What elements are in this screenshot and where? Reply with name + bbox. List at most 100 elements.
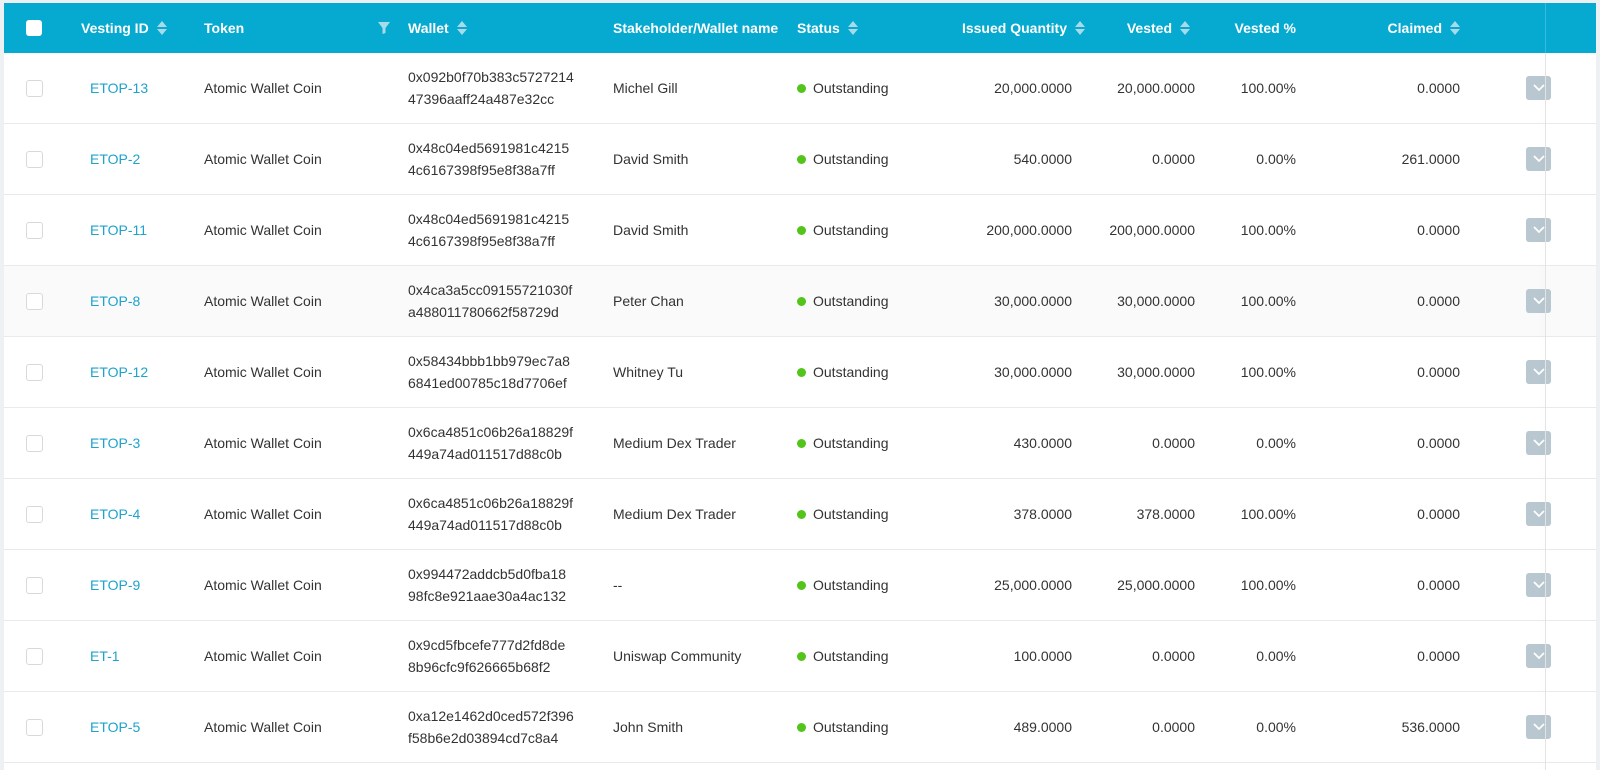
- vesting-id-link[interactable]: ETOP-2: [90, 151, 140, 167]
- chevron-down-icon: [1532, 581, 1545, 589]
- table-header: Vesting ID Token Wallet Stakeholder/Wall…: [4, 3, 1596, 53]
- vesting-id-link[interactable]: ETOP-9: [90, 577, 140, 593]
- issued-quantity: 489.0000: [1013, 719, 1072, 735]
- vested-percent: 100.00%: [1240, 222, 1296, 238]
- issued-quantity: 540.0000: [1013, 151, 1072, 167]
- table-row[interactable]: ETOP-9 Atomic Wallet Coin 0x994472addcb5…: [4, 550, 1596, 621]
- expand-row-button[interactable]: [1526, 644, 1551, 668]
- claimed-amount: 261.0000: [1401, 151, 1460, 167]
- vesting-id-link[interactable]: ETOP-3: [90, 435, 140, 451]
- row-checkbox[interactable]: [26, 648, 43, 665]
- vested-amount: 0.0000: [1152, 435, 1195, 451]
- stakeholder-name: Michel Gill: [613, 80, 678, 96]
- status-dot-icon: [797, 225, 806, 235]
- vested-amount: 30,000.0000: [1117, 293, 1195, 309]
- vested-percent: 0.00%: [1256, 648, 1296, 664]
- wallet-address: 0x58434bbb1bb979ec7a8 6841ed00785c18d7706…: [408, 353, 570, 391]
- claimed-amount: 0.0000: [1417, 648, 1460, 664]
- table-row[interactable]: ETOP-11 Atomic Wallet Coin 0x48c04ed5691…: [4, 195, 1596, 266]
- table-row[interactable]: ETOP-5 Atomic Wallet Coin 0xa12e1462d0ce…: [4, 692, 1596, 763]
- status-text: Outstanding: [813, 293, 889, 309]
- table-row[interactable]: ET-1 Atomic Wallet Coin 0x9cd5fbcefe777d…: [4, 621, 1596, 692]
- column-header-vesting-id[interactable]: Vesting ID: [81, 3, 167, 53]
- vesting-id-link[interactable]: ETOP-13: [90, 80, 148, 96]
- table-row[interactable]: ETOP-12 Atomic Wallet Coin 0x58434bbb1bb…: [4, 337, 1596, 408]
- status-text: Outstanding: [813, 435, 889, 451]
- claimed-amount: 0.0000: [1417, 364, 1460, 380]
- column-header-stakeholder: Stakeholder/Wallet name: [613, 20, 779, 36]
- column-header-status[interactable]: Status: [797, 3, 858, 53]
- column-header-token[interactable]: Token: [204, 3, 244, 53]
- expand-row-button[interactable]: [1526, 573, 1551, 597]
- status-dot-icon: [797, 367, 806, 377]
- vested-percent: 0.00%: [1256, 435, 1296, 451]
- row-checkbox[interactable]: [26, 435, 43, 452]
- select-all-checkbox[interactable]: [26, 20, 42, 36]
- row-checkbox[interactable]: [26, 293, 43, 310]
- stakeholder-name: Medium Dex Trader: [613, 435, 736, 451]
- column-header-issued-quantity[interactable]: Issued Quantity: [934, 3, 1085, 53]
- table-row[interactable]: ETOP-2 Atomic Wallet Coin 0x48c04ed56919…: [4, 124, 1596, 195]
- stakeholder-name: Peter Chan: [613, 293, 684, 309]
- vested-percent: 100.00%: [1240, 506, 1296, 522]
- vested-amount: 0.0000: [1152, 151, 1195, 167]
- stakeholder-name: David Smith: [613, 151, 689, 167]
- sort-icon[interactable]: [1180, 21, 1190, 35]
- token-name: Atomic Wallet Coin: [204, 80, 322, 96]
- expand-row-button[interactable]: [1526, 431, 1551, 455]
- token-name: Atomic Wallet Coin: [204, 364, 322, 380]
- sort-icon[interactable]: [1450, 21, 1460, 35]
- expand-row-button[interactable]: [1526, 715, 1551, 739]
- table-row[interactable]: ETOP-4 Atomic Wallet Coin 0x6ca4851c06b2…: [4, 479, 1596, 550]
- expand-row-button[interactable]: [1526, 502, 1551, 526]
- row-checkbox[interactable]: [26, 719, 43, 736]
- expand-row-button[interactable]: [1526, 147, 1551, 171]
- vesting-id-link[interactable]: ETOP-4: [90, 506, 140, 522]
- row-checkbox[interactable]: [26, 222, 43, 239]
- vesting-id-link[interactable]: ETOP-5: [90, 719, 140, 735]
- status-text: Outstanding: [813, 364, 889, 380]
- status-dot-icon: [797, 83, 806, 93]
- filter-icon[interactable]: [377, 21, 391, 35]
- vesting-id-link[interactable]: ETOP-11: [90, 222, 147, 238]
- vesting-id-link[interactable]: ETOP-12: [90, 364, 148, 380]
- sort-icon[interactable]: [847, 21, 858, 35]
- row-checkbox[interactable]: [26, 577, 43, 594]
- vesting-id-link[interactable]: ET-1: [90, 648, 120, 664]
- wallet-address: 0x994472addcb5d0fba18 98fc8e921aae30a4ac1…: [408, 566, 567, 604]
- status-text: Outstanding: [813, 80, 889, 96]
- table-row[interactable]: ETOP-3 Atomic Wallet Coin 0x6ca4851c06b2…: [4, 408, 1596, 479]
- token-name: Atomic Wallet Coin: [204, 648, 322, 664]
- table-row[interactable]: ETOP-8 Atomic Wallet Coin 0x4ca3a5cc0915…: [4, 266, 1596, 337]
- vesting-id-link[interactable]: ETOP-8: [90, 293, 140, 309]
- wallet-address: 0x092b0f70b383c5727214 47396aaff24a487e32…: [408, 69, 574, 107]
- table-row[interactable]: ETOP-13 Atomic Wallet Coin 0x092b0f70b38…: [4, 53, 1596, 124]
- issued-quantity: 25,000.0000: [994, 577, 1072, 593]
- sort-icon[interactable]: [456, 21, 467, 35]
- column-header-vested[interactable]: Vested: [1094, 3, 1190, 53]
- stakeholder-name: Whitney Tu: [613, 364, 684, 380]
- expand-row-button[interactable]: [1526, 76, 1551, 100]
- vested-amount: 30,000.0000: [1117, 364, 1195, 380]
- chevron-down-icon: [1532, 439, 1545, 447]
- vesting-table: Vesting ID Token Wallet Stakeholder/Wall…: [4, 3, 1596, 770]
- expand-row-button[interactable]: [1526, 289, 1551, 313]
- sort-icon[interactable]: [156, 21, 167, 35]
- issued-quantity: 20,000.0000: [994, 80, 1072, 96]
- token-name: Atomic Wallet Coin: [204, 435, 322, 451]
- stakeholder-name: --: [613, 577, 623, 593]
- column-header-wallet[interactable]: Wallet: [408, 3, 467, 53]
- chevron-down-icon: [1532, 297, 1545, 305]
- row-checkbox[interactable]: [26, 506, 43, 523]
- row-checkbox[interactable]: [26, 364, 43, 381]
- expand-row-button[interactable]: [1526, 360, 1551, 384]
- sort-icon[interactable]: [1075, 21, 1085, 35]
- expand-row-button[interactable]: [1526, 218, 1551, 242]
- row-checkbox[interactable]: [26, 151, 43, 168]
- wallet-address: 0x6ca4851c06b26a18829f 449a74ad011517d88c…: [408, 424, 574, 462]
- wallet-address: 0x4ca3a5cc09155721030f a488011780662f5872…: [408, 282, 573, 320]
- status-dot-icon: [797, 296, 806, 306]
- column-header-claimed[interactable]: Claimed: [1304, 3, 1460, 53]
- status-dot-icon: [797, 580, 806, 590]
- row-checkbox[interactable]: [26, 80, 43, 97]
